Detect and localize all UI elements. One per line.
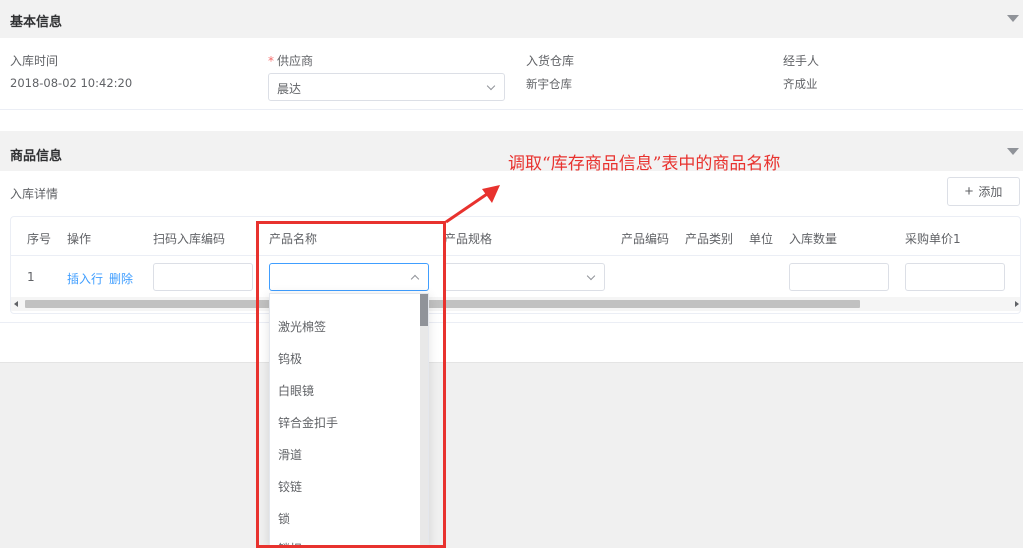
- unit-price-input[interactable]: [905, 263, 1005, 291]
- row-index: 1: [27, 270, 35, 284]
- page-background: [0, 362, 1023, 548]
- stock-in-table: 序号 操作 扫码入库编码 产品名称 产品规格 产品编码 产品类别 单位 入库数量…: [10, 216, 1021, 314]
- collapse-caret-icon[interactable]: [1007, 148, 1019, 155]
- basic-info-title: 基本信息: [10, 15, 63, 30]
- col-header-quantity: 入库数量: [789, 232, 838, 246]
- scroll-left-icon[interactable]: [14, 301, 18, 307]
- handler-label: 经手人: [783, 54, 820, 68]
- quantity-input[interactable]: [789, 263, 889, 291]
- horizontal-scrollbar[interactable]: [11, 297, 1020, 311]
- delete-row-link[interactable]: 删除: [109, 270, 133, 287]
- col-header-scan-code: 扫码入库编码: [153, 232, 226, 246]
- basic-info-header[interactable]: 基本信息: [0, 0, 1023, 38]
- annotation-arrow: [445, 185, 500, 224]
- annotation-highlight-box: [256, 221, 446, 548]
- col-header-index: 序号: [27, 232, 52, 246]
- stock-in-details-label: 入库详情: [10, 187, 59, 201]
- warehouse-label: 入货仓库: [526, 54, 575, 68]
- header-divider: [11, 255, 1020, 256]
- col-header-product-category: 产品类别: [685, 232, 734, 246]
- col-header-action: 操作: [67, 232, 92, 246]
- col-header-product-spec: 产品规格: [444, 232, 493, 246]
- section-divider: [0, 109, 1023, 110]
- section-divider: [0, 322, 1023, 323]
- supplier-select[interactable]: 晨达: [268, 73, 505, 101]
- scan-code-input[interactable]: [153, 263, 253, 291]
- product-spec-select[interactable]: [444, 263, 605, 291]
- col-header-unit: 单位: [749, 232, 774, 246]
- supplier-select-value: 晨达: [277, 82, 302, 96]
- plus-icon: +: [964, 183, 974, 200]
- annotation-text: 调取“库存商品信息”表中的商品名称: [508, 154, 781, 174]
- add-button-label: 添加: [978, 185, 1003, 199]
- supplier-label: * 供应商: [268, 54, 314, 68]
- col-header-unit-price: 采购单价1: [905, 232, 961, 246]
- insert-row-link[interactable]: 插入行: [67, 270, 103, 287]
- collapse-caret-icon[interactable]: [1007, 15, 1019, 22]
- add-button[interactable]: + 添加: [947, 177, 1020, 206]
- col-header-product-code: 产品编码: [621, 232, 670, 246]
- chevron-down-icon: [586, 271, 596, 281]
- chevron-down-icon: [486, 81, 496, 91]
- stock-in-time-label: 入库时间: [10, 54, 59, 68]
- stock-in-time-value: 2018-08-02 10:42:20: [10, 76, 133, 90]
- required-mark: *: [268, 54, 274, 68]
- handler-value: 齐成业: [783, 77, 818, 91]
- warehouse-value: 新宇仓库: [526, 77, 572, 91]
- scroll-right-icon[interactable]: [1015, 301, 1019, 307]
- product-info-title: 商品信息: [10, 149, 63, 164]
